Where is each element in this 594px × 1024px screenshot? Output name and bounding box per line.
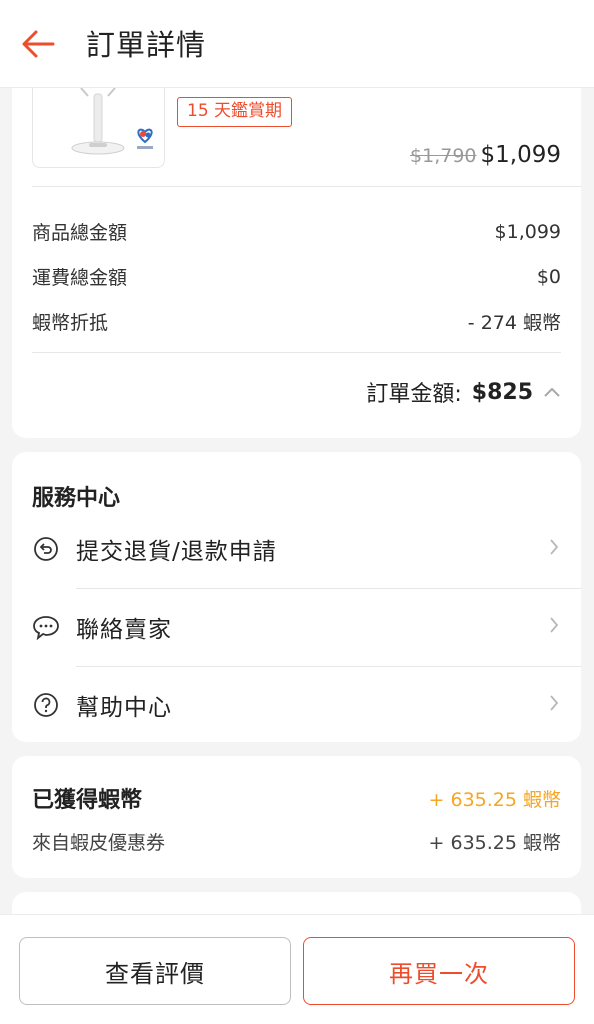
chevron-up-icon[interactable] bbox=[543, 382, 561, 403]
divider bbox=[32, 186, 581, 187]
coins-earned-total: + 635.25 蝦幣 bbox=[428, 788, 561, 811]
bottom-action-bar: 查看評價 再買一次 bbox=[0, 914, 594, 1024]
service-item-label: 聯絡賣家 bbox=[76, 617, 172, 643]
page-title: 訂單詳情 bbox=[86, 28, 207, 62]
service-item-label: 幫助中心 bbox=[76, 695, 172, 721]
service-item-help-center[interactable]: 幫助中心 bbox=[12, 667, 581, 743]
product-thumbnail[interactable] bbox=[32, 88, 165, 168]
coins-source-label: 來自蝦皮優惠券 bbox=[32, 832, 166, 854]
summary-row-shipping: 運費總金額 $0 bbox=[32, 263, 561, 290]
help-icon bbox=[32, 691, 60, 719]
order-total-value: $825 bbox=[471, 379, 533, 405]
summary-row-coins-discount: 蝦幣折抵 - 274 蝦幣 bbox=[32, 308, 561, 335]
order-total[interactable]: 訂單金額: $825 bbox=[366, 376, 561, 408]
appraisal-period-tag: 15 天鑑賞期 bbox=[177, 97, 293, 127]
summary-value: - 274 蝦幣 bbox=[467, 312, 561, 334]
chevron-right-icon bbox=[549, 693, 559, 717]
summary-value: $0 bbox=[536, 265, 561, 288]
order-total-label: 訂單金額: bbox=[366, 382, 462, 407]
service-center-card: 服務中心 提交退貨/退款申請 聯絡賣家 幫助中心 bbox=[12, 452, 581, 742]
summary-value: $1,099 bbox=[494, 220, 561, 243]
certification-mark-icon bbox=[137, 128, 153, 149]
buy-again-button[interactable]: 再買一次 bbox=[303, 937, 575, 1005]
chat-icon bbox=[32, 613, 60, 641]
coins-earned-title: 已獲得蝦幣 bbox=[32, 788, 143, 813]
original-price: $1,790 bbox=[410, 145, 477, 167]
summary-label: 商品總金額 bbox=[32, 222, 128, 244]
coins-source-value: + 635.25 蝦幣 bbox=[428, 832, 561, 854]
coins-earned-header: 已獲得蝦幣 + 635.25 蝦幣 bbox=[32, 782, 561, 814]
coins-earned-card: 已獲得蝦幣 + 635.25 蝦幣 來自蝦皮優惠券 + 635.25 蝦幣 bbox=[12, 756, 581, 878]
summary-row-subtotal: 商品總金額 $1,099 bbox=[32, 218, 561, 245]
back-button[interactable] bbox=[18, 24, 58, 64]
summary-label: 運費總金額 bbox=[32, 267, 128, 289]
chevron-right-icon bbox=[549, 537, 559, 561]
back-arrow-icon bbox=[22, 30, 55, 58]
sale-price: $1,099 bbox=[480, 142, 561, 168]
coins-source-row: 來自蝦皮優惠券 + 635.25 蝦幣 bbox=[32, 828, 561, 855]
divider bbox=[32, 352, 561, 353]
service-center-title: 服務中心 bbox=[32, 486, 121, 511]
summary-label: 蝦幣折抵 bbox=[32, 312, 109, 334]
product-price: $1,790 $1,099 bbox=[410, 142, 561, 168]
return-icon bbox=[32, 535, 60, 563]
order-summary-card: 15 天鑑賞期 $1,790 $1,099 商品總金額 $1,099 運費總金額… bbox=[12, 74, 581, 438]
view-review-button[interactable]: 查看評價 bbox=[19, 937, 291, 1005]
service-item-return-refund[interactable]: 提交退貨/退款申請 bbox=[12, 511, 581, 587]
service-item-label: 提交退貨/退款申請 bbox=[76, 539, 277, 565]
service-item-contact-seller[interactable]: 聯絡賣家 bbox=[12, 589, 581, 665]
app-header: 訂單詳情 bbox=[0, 0, 594, 88]
fan-product-image bbox=[71, 88, 153, 155]
chevron-right-icon bbox=[549, 615, 559, 639]
